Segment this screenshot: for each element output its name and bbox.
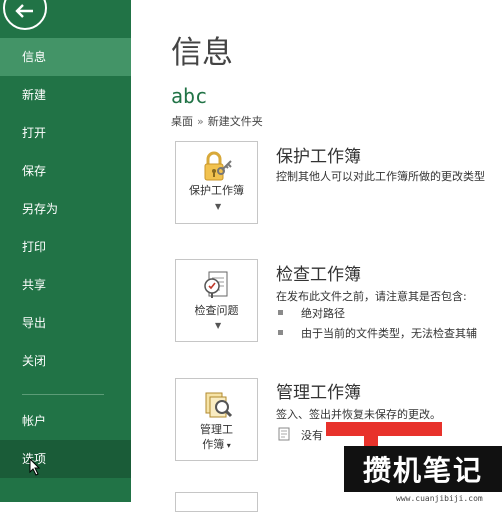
nav-item-print[interactable]: 打印 <box>0 228 131 266</box>
inspect-bullet-absolute-path: 绝对路径 <box>301 307 345 320</box>
nav-item-account[interactable]: 帐户 <box>0 402 131 440</box>
protect-workbook-label: 保护工作簿 <box>189 184 244 197</box>
dropdown-caret-icon: ▼ <box>215 321 222 330</box>
inspect-workbook-description: 在发布此文件之前，请注意其是否包含: <box>276 290 467 303</box>
nav-item-close[interactable]: 关闭 <box>0 342 131 380</box>
dropdown-caret-icon: ▼ <box>215 202 222 211</box>
manage-workbook-label-line1: 管理工 <box>200 423 233 436</box>
nav-divider <box>22 394 104 395</box>
file-name: abc <box>171 84 208 108</box>
inspect-workbook-title: 检查工作簿 <box>276 265 361 285</box>
check-issues-label: 检查问题 <box>194 304 239 317</box>
back-arrow-icon <box>15 4 33 18</box>
manage-workbook-label-line2: 作簿 ▾ <box>202 438 231 451</box>
bullet-marker <box>278 310 283 315</box>
lock-key-icon <box>204 151 232 181</box>
protect-workbook-button[interactable]: 保护工作簿 ▼ <box>175 141 258 224</box>
breadcrumb-separator: » <box>197 115 204 128</box>
nav-item-new[interactable]: 新建 <box>0 76 131 114</box>
back-button[interactable] <box>3 0 47 30</box>
watermark-text: 攒机笔记 <box>362 454 483 487</box>
manage-documents-icon <box>205 392 233 418</box>
nav-item-share[interactable]: 共享 <box>0 266 131 304</box>
nav-item-info[interactable]: 信息 <box>0 38 131 76</box>
mouse-cursor-icon <box>29 458 41 476</box>
breadcrumb-desktop[interactable]: 桌面 <box>171 115 193 128</box>
manage-workbook-button[interactable]: 管理工 作簿 ▾ <box>175 378 258 461</box>
protect-workbook-description: 控制其他人可以对此工作簿所做的更改类型 <box>276 170 485 183</box>
watermark-bar <box>326 422 442 436</box>
nav-item-save[interactable]: 保存 <box>0 152 131 190</box>
protect-workbook-title: 保护工作簿 <box>276 147 361 167</box>
manage-workbook-title: 管理工作簿 <box>276 383 361 403</box>
page-title: 信息 <box>171 35 233 71</box>
inspect-bullet-file-type: 由于当前的文件类型，无法检查其辅 <box>301 327 477 340</box>
breadcrumb-folder[interactable]: 新建文件夹 <box>208 115 263 128</box>
bullet-marker <box>278 330 283 335</box>
nav-item-open[interactable]: 打开 <box>0 114 131 152</box>
nav-item-export[interactable]: 导出 <box>0 304 131 342</box>
document-icon <box>278 427 290 441</box>
inspect-checklist-icon <box>204 271 228 298</box>
backstage-sidebar: 信息 新建 打开 保存 另存为 打印 共享 导出 关闭 帐户 选项 <box>0 0 131 502</box>
manage-workbook-status: 没有 <box>301 429 323 442</box>
manage-workbook-description: 签入、签出并恢复未保存的更改。 <box>276 408 441 421</box>
next-section-button[interactable] <box>175 492 258 512</box>
breadcrumb: 桌面 » 新建文件夹 <box>171 113 263 129</box>
nav-item-save-as[interactable]: 另存为 <box>0 190 131 228</box>
check-issues-button[interactable]: 检查问题 ▼ <box>175 259 258 342</box>
watermark-box: 攒机笔记 <box>344 446 502 492</box>
watermark-logo: 攒机笔记 www.cuanjibiji.com <box>326 422 503 503</box>
nav-item-options[interactable]: 选项 <box>0 440 131 478</box>
